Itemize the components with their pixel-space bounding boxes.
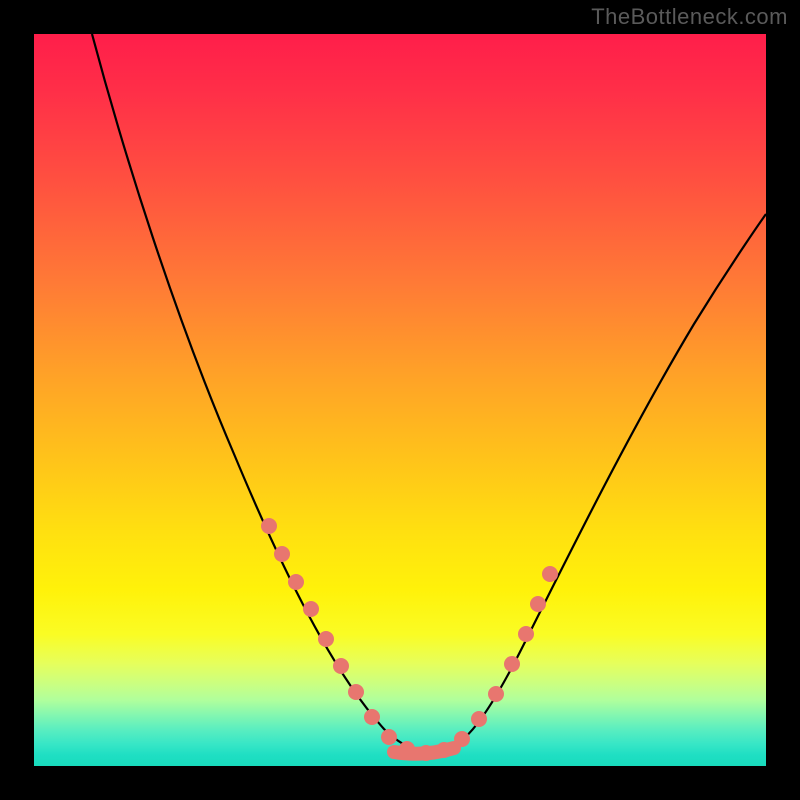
bottom-flat-segment bbox=[394, 748, 454, 754]
plot-area bbox=[34, 34, 766, 766]
bottleneck-curve bbox=[92, 34, 766, 752]
curve-svg bbox=[34, 34, 766, 766]
marker-group bbox=[261, 518, 558, 761]
watermark-text: TheBottleneck.com bbox=[591, 4, 788, 30]
chart-frame: TheBottleneck.com bbox=[0, 0, 800, 800]
